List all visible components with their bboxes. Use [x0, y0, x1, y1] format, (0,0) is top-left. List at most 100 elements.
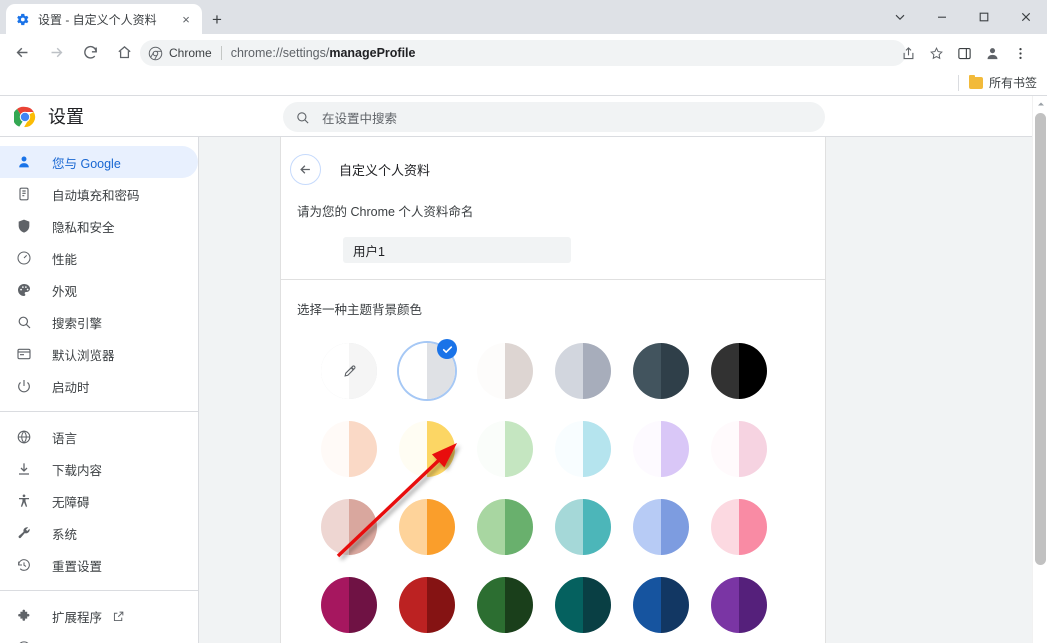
theme-swatch-purple[interactable] [700, 566, 778, 643]
sidebar-item-5[interactable]: 搜索引擎 [0, 306, 198, 338]
swatch-right-half [349, 421, 377, 477]
swatch-circle [711, 577, 767, 633]
sidebar-item-0[interactable]: 语言 [0, 421, 198, 453]
back-arrow-icon[interactable] [8, 38, 36, 66]
profile-name-input[interactable] [343, 237, 571, 263]
theme-swatch-magenta[interactable] [310, 566, 388, 643]
maximize-icon[interactable] [963, 0, 1005, 34]
theme-swatch-custom-color-picker[interactable] [310, 332, 388, 410]
sidebar-item-1[interactable]: 下载内容 [0, 453, 198, 485]
scrollbar-thumb[interactable] [1035, 113, 1046, 565]
sidebar-item-6[interactable]: 默认浏览器 [0, 338, 198, 370]
swatch-left-half [555, 577, 583, 633]
close-icon[interactable]: × [178, 11, 194, 27]
browser-tab[interactable]: 设置 - 自定义个人资料 × [6, 4, 202, 34]
close-icon[interactable] [1005, 0, 1047, 34]
scroll-up-icon[interactable] [1033, 96, 1047, 111]
theme-swatch-green[interactable] [466, 488, 544, 566]
back-arrow-icon[interactable] [290, 153, 321, 185]
swatch-right-half [739, 421, 767, 477]
sidebar-item-2[interactable]: 无障碍 [0, 485, 198, 517]
chevron-down-icon[interactable] [879, 0, 921, 34]
all-bookmarks-button[interactable]: 所有书签 [968, 74, 1047, 91]
sidebar-item-0[interactable]: 您与 Google [0, 146, 198, 178]
swatch-circle [555, 499, 611, 555]
swatch-right-half [583, 343, 611, 399]
minimize-icon[interactable] [921, 0, 963, 34]
theme-swatch-teal[interactable] [544, 488, 622, 566]
home-icon[interactable] [110, 38, 138, 66]
theme-swatch-dark-blue[interactable] [622, 566, 700, 643]
theme-swatch-pale-cyan[interactable] [544, 410, 622, 488]
sidebar-item-label: 搜索引擎 [52, 316, 103, 331]
new-tab-button[interactable]: + [206, 8, 228, 30]
swatch-left-half [477, 577, 505, 633]
swatch-right-half [661, 421, 689, 477]
swatch-left-half [399, 421, 427, 477]
chrome-logo-icon [12, 106, 36, 128]
theme-swatch-dusty-rose[interactable] [310, 488, 388, 566]
theme-swatch-pale-pink[interactable] [700, 410, 778, 488]
swatch-right-half [739, 343, 767, 399]
theme-swatch-dark-green[interactable] [466, 566, 544, 643]
share-icon[interactable] [895, 40, 921, 66]
theme-swatch-default-white[interactable] [388, 332, 466, 410]
autofill-icon [14, 186, 34, 202]
sidebar-item-4[interactable]: 重置设置 [0, 549, 198, 581]
sidebar-item-1[interactable]: 自动填充和密码 [0, 178, 198, 210]
swatch-left-half [399, 343, 427, 399]
theme-swatch-pale-peach[interactable] [310, 410, 388, 488]
omnibox-divider [220, 46, 222, 60]
profile-name-row [281, 220, 825, 263]
browser-toolbar: Chrome chrome://settings/manageProfile [0, 34, 1047, 70]
swatch-left-half [477, 421, 505, 477]
accessibility-icon [14, 493, 34, 509]
swatch-left-half [633, 421, 661, 477]
theme-swatch-pale-purple[interactable] [622, 410, 700, 488]
sidebar-item-4[interactable]: 外观 [0, 274, 198, 306]
tab-title: 设置 - 自定义个人资料 [38, 12, 157, 27]
sidebar-item-3[interactable]: 系统 [0, 517, 198, 549]
theme-swatch-warm-beige[interactable] [466, 332, 544, 410]
download-icon [14, 461, 34, 477]
swatch-left-half [321, 421, 349, 477]
theme-swatch-pink[interactable] [700, 488, 778, 566]
swatch-circle [477, 577, 533, 633]
bookmarks-bar: 所有书签 [0, 70, 1047, 96]
theme-swatch-orange[interactable] [388, 488, 466, 566]
profile-avatar-icon[interactable] [979, 40, 1005, 66]
three-dot-menu-icon[interactable] [1007, 40, 1033, 66]
sidebar-item-7[interactable]: 启动时 [0, 370, 198, 402]
theme-swatch-dark-teal[interactable] [544, 566, 622, 643]
theme-swatch-pale-green[interactable] [466, 410, 544, 488]
swatch-circle [477, 499, 533, 555]
sidebar-item-2[interactable]: 隐私和安全 [0, 210, 198, 242]
address-bar[interactable]: Chrome chrome://settings/manageProfile [140, 40, 906, 66]
swatch-right-half [661, 499, 689, 555]
page-scrollbar[interactable] [1032, 96, 1047, 643]
theme-swatch-black[interactable] [700, 332, 778, 410]
settings-sidebar: 您与 Google 自动填充和密码 隐私和安全 性能 外观搜索引擎默认浏览器启动时语言下… [0, 137, 198, 643]
sidebar-item-3[interactable]: 性能 [0, 242, 198, 274]
theme-swatch-red[interactable] [388, 566, 466, 643]
forward-arrow-icon[interactable] [42, 38, 70, 66]
sidebar-item-label: 启动时 [52, 380, 90, 395]
swatch-left-half [321, 499, 349, 555]
swatch-circle [633, 499, 689, 555]
side-panel-icon[interactable] [951, 40, 977, 66]
sidebar-item-0[interactable]: 扩展程序 [0, 600, 198, 632]
reload-icon[interactable] [76, 38, 104, 66]
external-link-icon[interactable] [112, 610, 125, 623]
browser-title-bar: 设置 - 自定义个人资料 × + [0, 0, 1047, 34]
theme-swatch-cool-grey[interactable] [544, 332, 622, 410]
swatch-circle [477, 343, 533, 399]
sidebar-item-1[interactable]: 关于 Chrome [0, 632, 198, 643]
theme-swatch-dark-slate[interactable] [622, 332, 700, 410]
theme-swatch-yellow[interactable] [388, 410, 466, 488]
palette-icon [14, 282, 34, 298]
theme-swatch-blue[interactable] [622, 488, 700, 566]
url-prefix: chrome://settings/ [230, 46, 330, 60]
settings-search-box[interactable]: 在设置中搜索 [283, 102, 825, 132]
swatch-left-half [555, 421, 583, 477]
star-icon[interactable] [923, 40, 949, 66]
